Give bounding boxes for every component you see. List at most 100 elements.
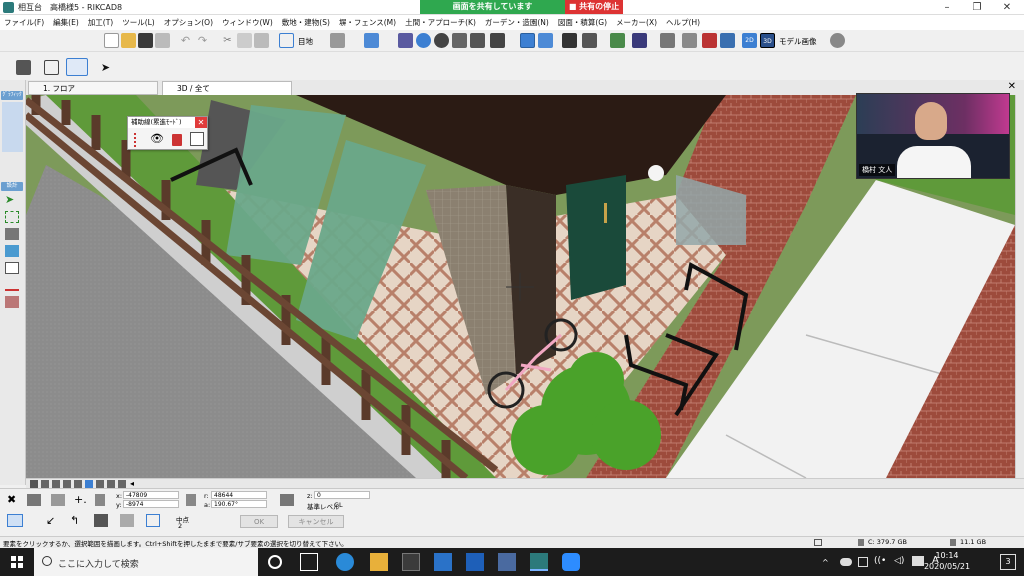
y-coordinate-field[interactable]: -8974 (123, 500, 179, 508)
trash-icon[interactable] (172, 134, 182, 146)
aux-settings-icon[interactable] (190, 132, 204, 146)
cancel-input-icon[interactable]: ✖ (7, 494, 19, 506)
nav-pan-icon[interactable] (74, 480, 82, 488)
nav-orbit-icon[interactable] (85, 480, 93, 488)
file-explorer-icon[interactable] (370, 553, 388, 571)
rikcad-taskbar-icon[interactable] (530, 553, 548, 571)
draw-line-icon[interactable] (16, 60, 31, 75)
marquee-icon[interactable] (5, 211, 19, 223)
palette-tab-design[interactable]: 設計 (1, 182, 23, 191)
aux-palette-close-icon[interactable]: ✕ (195, 117, 207, 128)
pan-hand-icon[interactable] (66, 58, 88, 76)
walk-icon[interactable] (452, 33, 467, 48)
mail-icon[interactable] (434, 553, 452, 571)
search-object-icon[interactable] (720, 33, 735, 48)
save-icon[interactable] (138, 33, 153, 48)
view-3d-button[interactable]: 3D (760, 33, 775, 48)
nav-next-view-icon[interactable] (118, 480, 126, 488)
menu-garden[interactable]: ガーデン・造園(N) (485, 17, 549, 28)
new-file-icon[interactable] (104, 33, 119, 48)
magic-wand-icon[interactable] (279, 33, 294, 48)
task-view-icon[interactable] (300, 553, 318, 571)
menu-help[interactable]: ヘルプ(H) (666, 17, 700, 28)
menu-window[interactable]: ウィンドウ(W) (222, 17, 273, 28)
print-icon[interactable] (155, 33, 170, 48)
plant-icon[interactable] (610, 33, 625, 48)
magnifier-snap-icon[interactable] (120, 514, 134, 527)
picture-icon[interactable] (5, 245, 19, 257)
tab-3d-all[interactable]: 3D / 全て (162, 81, 292, 95)
camera-icon[interactable] (490, 33, 505, 48)
layer-icon[interactable] (330, 33, 345, 48)
line-tool-icon[interactable]: ↙ (46, 514, 55, 527)
dimension-icon[interactable] (5, 279, 19, 291)
tray-chevron-icon[interactable]: ^ (822, 558, 829, 567)
eye-icon[interactable]: 👁 (150, 133, 164, 145)
shading-icon[interactable] (520, 33, 535, 48)
model-image-dropdown[interactable]: モデル画像 (779, 36, 817, 47)
onedrive-icon[interactable] (840, 558, 852, 566)
midpoint-value[interactable]: 2 (178, 522, 182, 530)
store-icon[interactable] (402, 553, 420, 571)
grid-snap-icon[interactable] (51, 494, 65, 506)
delta-icon[interactable] (95, 494, 105, 506)
intersection-icon[interactable] (94, 514, 108, 527)
settings-gear-icon[interactable] (830, 33, 845, 48)
library-icon[interactable] (632, 33, 647, 48)
notification-center-icon[interactable]: 3 (1000, 554, 1016, 570)
arc-tool-icon[interactable]: ↰ (70, 514, 79, 527)
open-folder-icon[interactable] (121, 33, 136, 48)
menu-process[interactable]: 加工(T) (88, 17, 113, 28)
menu-site-building[interactable]: 敷地・建物(S) (282, 17, 330, 28)
transform-icon[interactable] (364, 33, 379, 48)
menu-floor-approach[interactable]: 土間・アプローチ(K) (405, 17, 476, 28)
nav-zoom-in-icon[interactable] (52, 480, 60, 488)
wifi-icon[interactable]: ((• (874, 556, 886, 566)
taskbar-clock-date[interactable]: 2020/05/21 (922, 562, 972, 571)
snap-mode-icon[interactable] (27, 494, 41, 506)
cortana-icon[interactable] (268, 555, 282, 569)
menu-edit[interactable]: 編集(E) (53, 17, 79, 28)
menu-file[interactable]: ファイル(F) (4, 17, 44, 28)
orbit-icon[interactable] (398, 33, 413, 48)
radius-field[interactable]: 48644 (211, 491, 267, 499)
nav-zoom-window-icon[interactable] (41, 480, 49, 488)
text-tool-icon[interactable] (5, 296, 19, 308)
ok-button[interactable]: OK (240, 515, 278, 528)
nav-walk-icon[interactable] (96, 480, 104, 488)
x-coordinate-field[interactable]: -47809 (123, 491, 179, 499)
start-button[interactable] (0, 548, 34, 576)
measure-icon[interactable] (562, 33, 577, 48)
joint-dropdown[interactable]: 目地 (298, 36, 313, 47)
battery-icon[interactable] (858, 557, 868, 567)
close-icon[interactable]: ✕ (992, 0, 1022, 15)
screen-sharing-banner[interactable]: 画面を共有しています (420, 0, 565, 14)
copy-icon[interactable] (237, 33, 252, 48)
undo-icon[interactable]: ↶ (178, 33, 193, 48)
paste-icon[interactable] (254, 33, 269, 48)
taskbar-clock-time[interactable]: 10:14 (922, 551, 972, 560)
redo-icon[interactable]: ↷ (195, 33, 210, 48)
zoom-app-icon[interactable] (562, 553, 580, 571)
menu-drawing-estimate[interactable]: 図面・積算(G) (558, 17, 607, 28)
reference-level-value[interactable]: GL (334, 501, 343, 509)
scroll-left-icon[interactable]: ◂ (130, 479, 134, 488)
menu-options[interactable]: オプション(O) (164, 17, 213, 28)
cut-icon[interactable]: ✂ (220, 33, 235, 48)
document-icon[interactable] (5, 262, 19, 274)
fit-view-icon[interactable] (682, 33, 697, 48)
nav-previous-view-icon[interactable] (107, 480, 115, 488)
angle-field[interactable]: 190.67° (211, 500, 267, 508)
rectangle-select-icon[interactable] (44, 60, 59, 75)
construction-method-icon[interactable] (7, 514, 23, 527)
menu-wall-fence[interactable]: 塀・フェンス(M) (339, 17, 396, 28)
guide-line-icon[interactable] (146, 514, 160, 527)
estimate-icon[interactable] (702, 33, 717, 48)
palette-tab-graphic[interactable]: ｸﾞﾗﾌｨｯｸ (1, 91, 23, 100)
z-coordinate-field[interactable]: 0 (314, 491, 370, 499)
view-close-icon[interactable]: ✕ (1008, 81, 1016, 92)
stop-sharing-button[interactable]: ■ 共有の停止 (565, 0, 623, 14)
edge-browser-icon[interactable] (336, 553, 354, 571)
rikcad-manager-icon[interactable] (498, 553, 516, 571)
menu-maker[interactable]: メーカー(X) (616, 17, 657, 28)
